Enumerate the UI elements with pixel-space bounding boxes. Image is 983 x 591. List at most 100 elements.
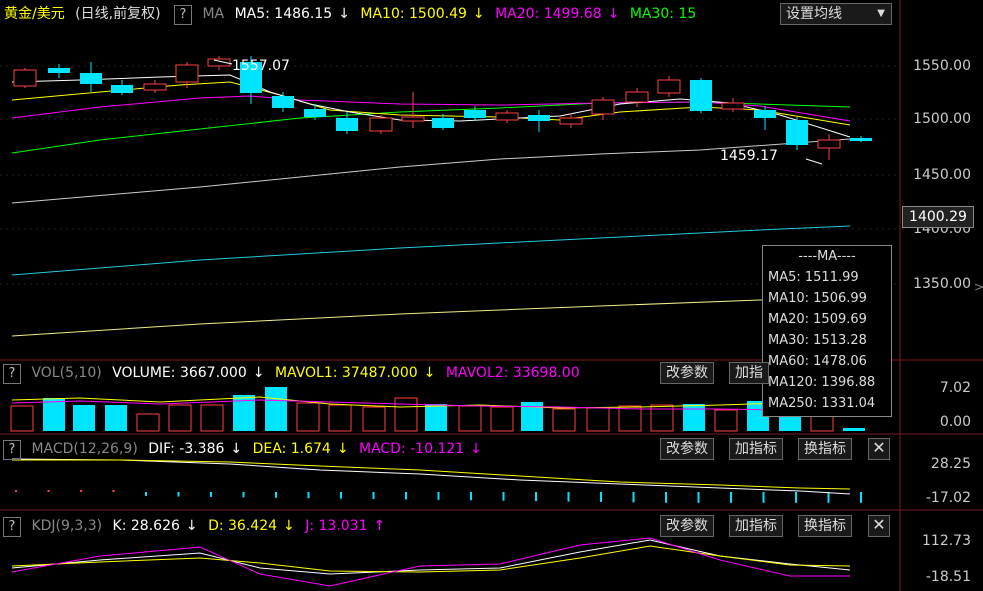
volume-bar [265, 387, 287, 431]
volume-bar [10, 405, 34, 432]
volume-bar [296, 402, 320, 432]
price-tick: 1500.00 [913, 111, 971, 127]
volume-bar [683, 404, 705, 431]
j-arrow-icon: ↑ [373, 518, 386, 534]
macd-switch-indicator-button[interactable]: 换指标 [798, 438, 852, 460]
candle-body [369, 117, 393, 132]
candle-body [13, 69, 37, 87]
candle-body [336, 118, 358, 131]
price-tick: 1550.00 [913, 58, 971, 74]
ma250-line [11, 295, 851, 337]
vol-tick: 7.02 [939, 380, 971, 396]
candle-body [80, 73, 102, 84]
candle-body [528, 115, 550, 121]
tooltip-row: MA120: 1396.88 [768, 375, 876, 390]
volume-arrow-icon: ↓ [252, 365, 265, 381]
macd-help-button[interactable]: ? [3, 440, 21, 460]
vol-name[interactable]: VOL(5,10) [31, 365, 101, 381]
low-price-label: 1459.17 [720, 148, 778, 164]
dif-arrow-icon: ↓ [230, 441, 243, 457]
candle-body [850, 138, 872, 141]
macd-params-button[interactable]: 改参数 [660, 438, 714, 460]
dea-arrow-icon: ↓ [336, 441, 349, 457]
kdj-switch-indicator-button[interactable]: 换指标 [798, 515, 852, 537]
candle-body [143, 83, 167, 91]
candle-body [721, 102, 745, 110]
volume-bar [168, 404, 192, 432]
tooltip-row: MA10: 1506.99 [768, 291, 867, 306]
candle-body [657, 79, 681, 94]
macd-arrow-icon: ↓ [470, 441, 482, 457]
mavol1-arrow-icon: ↓ [423, 365, 436, 381]
mavol1-value: MAVOL1: 37487.000 [274, 365, 418, 381]
high-price-label: 1557.07 [232, 58, 290, 74]
tooltip-row: MA30: 1513.28 [768, 333, 867, 348]
j-line [11, 537, 850, 587]
kdj-name[interactable]: KDJ(9,3,3) [31, 518, 102, 534]
dif-line [11, 458, 851, 495]
tooltip-title: ----MA---- [798, 249, 856, 264]
price-tick: 1350.00 [913, 276, 971, 292]
kdj-add-indicator-button[interactable]: 加指标 [729, 515, 783, 537]
current-price-badge: 1400.29 [902, 206, 974, 228]
volume-bar [552, 408, 576, 432]
vol-tick: 0.00 [939, 414, 971, 430]
macd-header: ? MACD(12,26,9) DIF: -3.386 ↓ DEA: 1.674 ↓… [0, 437, 660, 461]
macd-name[interactable]: MACD(12,26,9) [31, 441, 137, 457]
candle-body [786, 120, 808, 145]
volume-bar [458, 405, 482, 432]
candle-body [304, 109, 326, 117]
volume-bar [328, 404, 352, 432]
macd-tick: -17.02 [925, 490, 971, 506]
vol-add-indicator-button[interactable]: 加指 [729, 362, 769, 384]
volume-bar [394, 397, 418, 432]
candle-body [272, 96, 294, 108]
candle-body [464, 110, 486, 118]
kdj-header: ? KDJ(9,3,3) K: 28.626 ↓ D: 36.424 ↓ J: 13… [0, 514, 660, 538]
tooltip-row: MA5: 1511.99 [768, 270, 859, 285]
tooltip-row: MA60: 1478.06 [768, 354, 867, 369]
volume-bar [43, 398, 65, 431]
candle-body [432, 118, 454, 128]
ma30-line [11, 101, 851, 154]
volume-bar [105, 405, 127, 431]
candle-body [754, 110, 776, 118]
candles [13, 56, 872, 160]
k-arrow-icon: ↓ [185, 518, 198, 534]
macd-bars [15, 490, 862, 503]
candle-body [591, 99, 615, 115]
macd-add-indicator-button[interactable]: 加指标 [729, 438, 783, 460]
dif-value: DIF: -3.386 [148, 441, 225, 457]
d-line [11, 545, 851, 573]
dea-value: DEA: 1.674 [252, 441, 331, 457]
vol-header: ? VOL(5,10) VOLUME: 3667.000 ↓ MAVOL1: 37… [0, 361, 660, 385]
candle-body [401, 116, 425, 122]
candle-body [48, 68, 70, 73]
candle-body [559, 117, 583, 125]
candle-body [625, 91, 649, 103]
candle-body [817, 139, 841, 149]
kdj-tick: -18.51 [925, 569, 971, 585]
kdj-help-button[interactable]: ? [3, 517, 21, 537]
d-value: D: 36.424 [208, 518, 278, 534]
kdj-params-button[interactable]: 改参数 [660, 515, 714, 537]
candle-body [495, 112, 519, 121]
mavol2-value: MAVOL2: 33698.00 [445, 365, 580, 381]
vol-params-button[interactable]: 改参数 [660, 362, 714, 384]
price-tick: 1450.00 [913, 167, 971, 183]
volume-bar [362, 406, 386, 432]
candle-body [690, 80, 712, 111]
kdj-tick: 112.73 [922, 533, 971, 549]
k-value: K: 28.626 [112, 518, 180, 534]
volume-bar [490, 406, 514, 432]
macd-close-icon[interactable]: ✕ [868, 438, 890, 460]
volume-bar [618, 405, 642, 432]
kdj-close-icon[interactable]: ✕ [868, 515, 890, 537]
scroll-right-icon[interactable]: > [974, 280, 983, 294]
volume-bar [136, 413, 160, 432]
j-value: J: 13.031 [305, 518, 368, 534]
tooltip-row: MA250: 1331.04 [768, 396, 876, 411]
tooltip-row: MA20: 1509.69 [768, 312, 867, 327]
macd-value: MACD: -10.121 [359, 441, 465, 457]
vol-help-button[interactable]: ? [3, 364, 21, 384]
